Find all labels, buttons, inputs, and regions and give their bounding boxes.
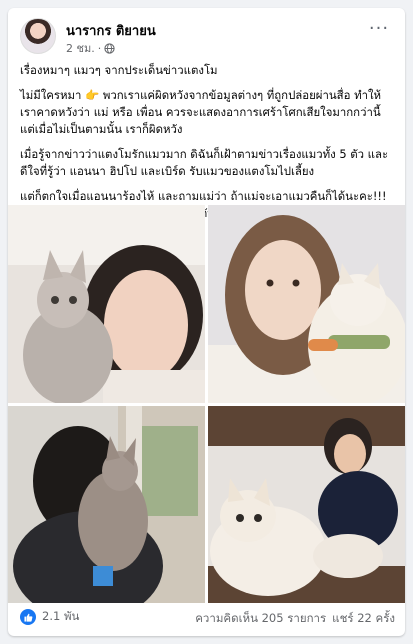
photo-woman-white-cat[interactable] <box>208 205 405 403</box>
post-paragraph: เมื่อรู้จากข่าวว่าแตงโมรักแมวมาก ดิฉันก็… <box>20 147 389 178</box>
engagement-stats: ความคิดเห็น 205 รายการ แชร์ 22 ครั้ง <box>195 610 395 628</box>
like-icon <box>20 609 36 625</box>
avatar[interactable] <box>20 18 56 54</box>
post-time[interactable]: 2 ชม. <box>66 39 95 57</box>
author-name[interactable]: นารากร ติยายน <box>66 20 156 41</box>
post-footer: 2.1 พัน ความคิดเห็น 205 รายการ แชร์ 22 ค… <box>20 608 395 628</box>
post-meta: 2 ชม. · <box>66 39 115 57</box>
post-header: นารากร ติยายน 2 ชม. · ··· <box>20 18 395 58</box>
reaction-count: 2.1 พัน <box>42 609 80 623</box>
photo-grid <box>8 205 405 603</box>
photo-woman-cats-sofa[interactable] <box>208 406 405 603</box>
more-options-button[interactable]: ··· <box>367 20 391 42</box>
share-count-link[interactable]: แชร์ 22 ครั้ง <box>332 610 395 628</box>
photo-woman-sphynx-cat[interactable] <box>8 205 205 403</box>
post-card: นารากร ติยายน 2 ชม. · ··· เรื่องหมาๆ แมว… <box>8 8 405 636</box>
post-paragraph: เรื่องหมาๆ แมวๆ จากประเด็นข่าวแตงโม <box>20 63 218 77</box>
post-paragraph: ไม่มีใครหมา 👉 พวกเราแค่ผิดหวังจากข้อมูลต… <box>20 88 382 136</box>
reactions-summary[interactable]: 2.1 พัน <box>20 608 79 626</box>
comment-count-link[interactable]: ความคิดเห็น 205 รายการ <box>195 610 326 628</box>
photo-man-sphynx-cat[interactable] <box>8 406 205 603</box>
globe-icon <box>104 42 115 54</box>
